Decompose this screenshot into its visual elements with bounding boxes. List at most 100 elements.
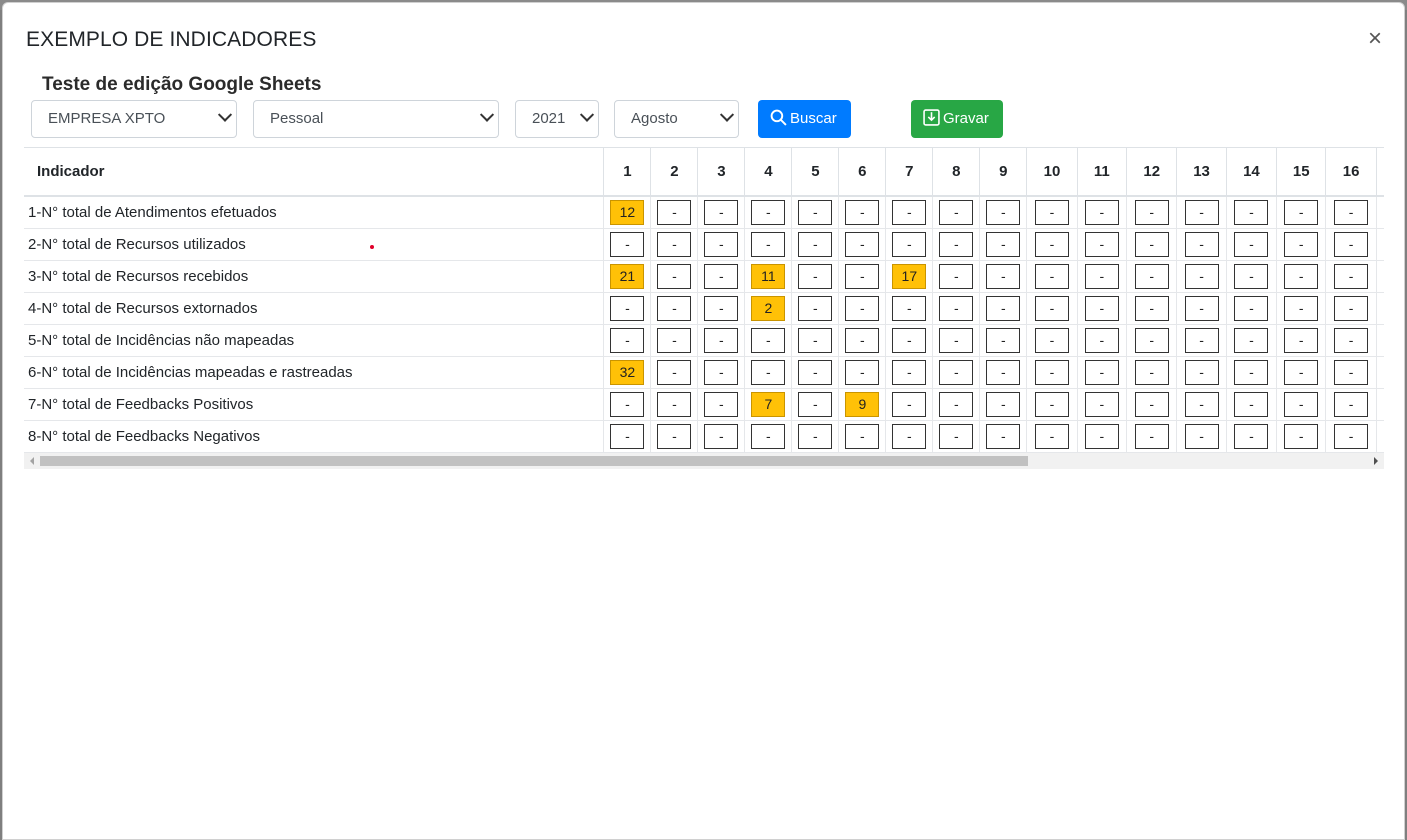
value-input[interactable]: - <box>657 423 692 449</box>
save-button[interactable]: Gravar <box>911 100 1003 138</box>
horizontal-scrollbar[interactable] <box>24 453 1384 469</box>
value-input[interactable]: - <box>1035 391 1069 417</box>
value-input[interactable]: - <box>1334 231 1369 257</box>
value-input[interactable]: - <box>798 263 833 289</box>
value-input[interactable]: - <box>1134 359 1169 385</box>
value-input[interactable]: - <box>1334 199 1369 225</box>
value-input[interactable]: - <box>704 263 739 289</box>
value-input[interactable]: - <box>1284 199 1319 225</box>
scrollbar-thumb[interactable] <box>40 456 1028 466</box>
value-input[interactable]: - <box>798 391 833 417</box>
value-input[interactable]: - <box>986 327 1021 353</box>
value-input[interactable]: - <box>1134 327 1169 353</box>
value-input[interactable]: - <box>845 327 880 353</box>
value-input[interactable]: 12 <box>610 199 645 225</box>
value-input[interactable]: - <box>1234 391 1269 417</box>
value-input[interactable]: 17 <box>892 263 927 289</box>
value-input[interactable]: - <box>986 391 1021 417</box>
value-input[interactable]: - <box>1184 199 1219 225</box>
value-input[interactable]: - <box>986 359 1021 385</box>
value-input[interactable]: - <box>1035 359 1069 385</box>
value-input[interactable]: - <box>704 359 739 385</box>
value-input[interactable]: - <box>939 391 974 417</box>
value-input[interactable]: - <box>657 391 692 417</box>
value-input[interactable]: - <box>845 263 880 289</box>
value-input[interactable]: - <box>1184 231 1219 257</box>
value-input[interactable]: - <box>845 199 880 225</box>
value-input[interactable]: - <box>1234 231 1269 257</box>
value-input[interactable]: - <box>1284 391 1319 417</box>
value-input[interactable]: - <box>704 327 739 353</box>
value-input[interactable]: - <box>892 295 927 321</box>
value-input[interactable]: - <box>751 327 786 353</box>
close-icon[interactable]: × <box>1368 27 1382 51</box>
value-input[interactable]: - <box>1084 359 1119 385</box>
value-input[interactable]: - <box>1184 359 1219 385</box>
value-input[interactable]: - <box>1035 327 1069 353</box>
value-input[interactable]: - <box>1084 391 1119 417</box>
value-input[interactable]: - <box>892 391 927 417</box>
value-input[interactable]: - <box>1334 359 1369 385</box>
value-input[interactable]: - <box>1184 327 1219 353</box>
indicators-table-container[interactable]: Indicador1234567891011121314151617181920… <box>24 147 1384 470</box>
value-input[interactable]: - <box>1234 199 1269 225</box>
value-input[interactable]: - <box>1134 231 1169 257</box>
value-input[interactable]: - <box>1134 199 1169 225</box>
value-input[interactable]: - <box>986 423 1021 449</box>
value-input[interactable]: - <box>798 423 833 449</box>
value-input[interactable]: - <box>1084 199 1119 225</box>
value-input[interactable]: - <box>610 327 645 353</box>
value-input[interactable]: - <box>1084 295 1119 321</box>
value-input[interactable]: 2 <box>751 295 786 321</box>
value-input[interactable]: - <box>939 295 974 321</box>
month-select[interactable]: Agosto <box>614 100 739 138</box>
value-input[interactable]: - <box>1084 423 1119 449</box>
value-input[interactable]: - <box>657 295 692 321</box>
value-input[interactable]: - <box>1184 391 1219 417</box>
search-button[interactable]: Buscar <box>758 100 851 138</box>
value-input[interactable]: - <box>704 391 739 417</box>
value-input[interactable]: - <box>986 295 1021 321</box>
value-input[interactable]: 11 <box>751 263 786 289</box>
value-input[interactable]: - <box>798 199 833 225</box>
value-input[interactable]: - <box>657 263 692 289</box>
value-input[interactable]: - <box>1334 295 1369 321</box>
value-input[interactable]: - <box>1184 423 1219 449</box>
value-input[interactable]: - <box>1035 263 1069 289</box>
value-input[interactable]: - <box>657 327 692 353</box>
value-input[interactable]: - <box>657 231 692 257</box>
value-input[interactable]: - <box>704 231 739 257</box>
value-input[interactable]: - <box>704 423 739 449</box>
value-input[interactable]: - <box>798 231 833 257</box>
value-input[interactable]: - <box>892 231 927 257</box>
value-input[interactable]: - <box>1084 327 1119 353</box>
value-input[interactable]: - <box>1284 295 1319 321</box>
value-input[interactable]: - <box>1334 423 1369 449</box>
value-input[interactable]: - <box>939 231 974 257</box>
value-input[interactable]: - <box>798 359 833 385</box>
value-input[interactable]: - <box>1184 263 1219 289</box>
value-input[interactable]: - <box>610 295 645 321</box>
value-input[interactable]: - <box>1284 359 1319 385</box>
value-input[interactable]: - <box>704 295 739 321</box>
value-input[interactable]: - <box>1134 391 1169 417</box>
value-input[interactable]: - <box>1035 231 1069 257</box>
value-input[interactable]: - <box>657 199 692 225</box>
value-input[interactable]: - <box>986 263 1021 289</box>
value-input[interactable]: - <box>751 359 786 385</box>
value-input[interactable]: - <box>845 231 880 257</box>
value-input[interactable]: - <box>1035 295 1069 321</box>
value-input[interactable]: - <box>1234 295 1269 321</box>
year-select[interactable]: 2021 <box>515 100 599 138</box>
company-select[interactable]: EMPRESA XPTO <box>31 100 237 138</box>
value-input[interactable]: - <box>1134 423 1169 449</box>
value-input[interactable]: - <box>892 199 927 225</box>
value-input[interactable]: - <box>939 263 974 289</box>
value-input[interactable]: - <box>845 295 880 321</box>
value-input[interactable]: - <box>704 199 739 225</box>
value-input[interactable]: - <box>1334 391 1369 417</box>
value-input[interactable]: - <box>1284 423 1319 449</box>
value-input[interactable]: - <box>892 327 927 353</box>
value-input[interactable]: - <box>657 359 692 385</box>
value-input[interactable]: - <box>1284 327 1319 353</box>
